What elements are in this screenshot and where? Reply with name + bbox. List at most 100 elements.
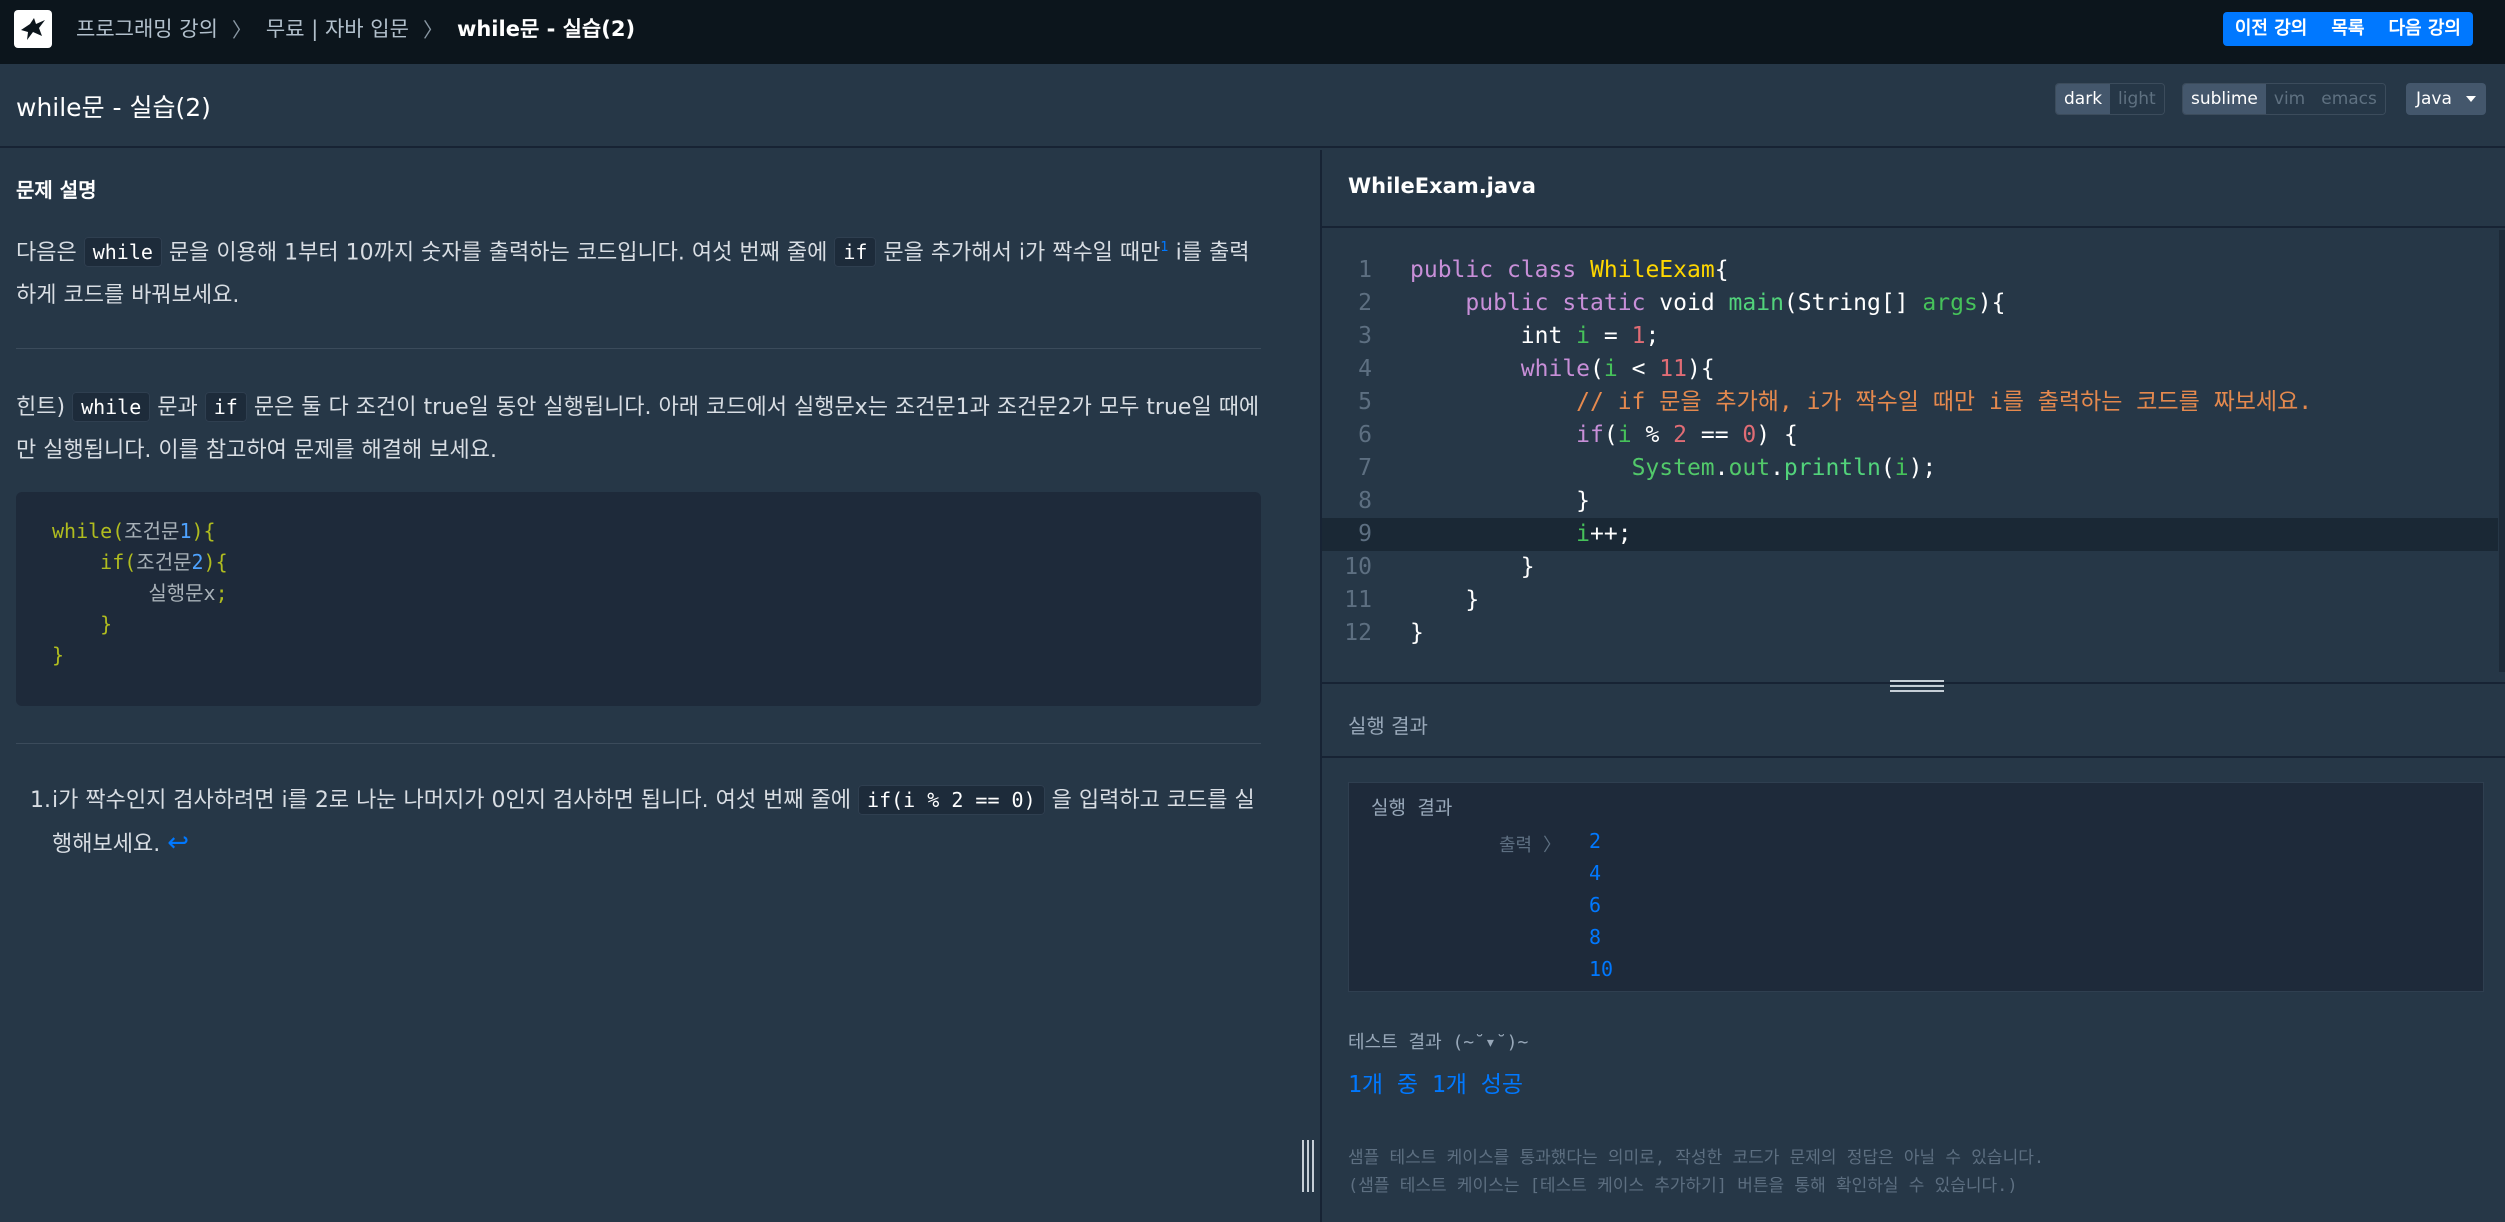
result-box-title: 실행 결과 [1371,797,1453,819]
theme-toggle: dark light [2055,83,2165,115]
code-line[interactable]: 11 } [1322,584,2498,617]
breadcrumb-item-lesson-group[interactable]: 무료 | 자바 입문 [266,13,409,43]
keymap-emacs-button[interactable]: emacs [2313,84,2385,114]
chevron-right-icon: 〉 [231,17,252,42]
code-text: public static void main(String[] args){ [1465,290,2006,316]
inline-code-while: while [72,392,151,422]
problem-description: 다음은 while 문을 이용해 1부터 10까지 숫자를 출력하는 코드입니다… [16,226,1261,317]
panel-resize-handle[interactable] [1302,1140,1316,1192]
code-line[interactable]: 12} [1322,617,2498,650]
divider [16,743,1261,744]
divider [16,348,1261,349]
footnote-ref-link[interactable]: 1 [1160,240,1168,255]
output-value: 8 [1589,925,1602,949]
breadcrumb-item-course[interactable]: 프로그래밍 강의 [76,13,218,43]
bird-logo-icon[interactable] [14,10,52,48]
grip-bar [1312,1140,1314,1192]
editor-file-header: WhileExam.java [1322,150,2505,228]
file-name-tab[interactable]: WhileExam.java [1348,174,1536,198]
code-text: public class WhileExam{ [1410,257,1729,283]
output-value: 4 [1589,861,1602,885]
code-text: while(i < 11){ [1520,356,1715,382]
test-result-summary: 1개 중 1개 성공 [1348,1072,1524,1098]
footnote-backref-link[interactable]: ↩ [167,828,189,858]
code-line[interactable]: 6 if(i % 2 == 0) { [1322,419,2498,452]
code-line[interactable]: 2 public static void main(String[] args)… [1322,287,2498,320]
output-label: 출력 〉 [1499,835,1561,856]
line-number: 1 [1358,257,1372,283]
lesson-title: while문 - 실습(2) [16,93,211,122]
code-line[interactable]: 10 } [1322,551,2498,584]
footnote: 1. i가 짝수인지 검사하려면 i를 2로 나눈 나머지가 0인지 검사하면 … [30,779,1267,866]
code-line[interactable]: 7 System.out.println(i); [1322,452,2498,485]
code-line[interactable]: 3 int i = 1; [1322,320,2498,353]
lesson-toolbar: while문 - 실습(2) dark light sublime vim em… [0,64,2505,148]
code-line[interactable]: 5 // if 문을 추가해, i가 짝수일 때만 i를 출력하는 코드를 짜보… [1322,386,2498,419]
keymap-vim-button[interactable]: vim [2265,84,2314,114]
test-result-note: (샘플 테스트 케이스는 [테스트 케이스 추가하기] 버튼을 통해 확인하실 … [1348,1176,2018,1196]
grip-bar [1307,1140,1309,1192]
text-segment: 힌트) [16,395,73,420]
line-number: 6 [1358,422,1372,448]
code-text: } [1410,620,1424,646]
code-line[interactable]: 8 } [1322,485,2498,518]
hint-code-line: if(조건문2){ [52,550,228,574]
code-line-active[interactable]: 9 i++; [1322,518,2498,551]
editor-scrollbar[interactable] [2499,230,2505,672]
text-segment: 다음은 [16,240,84,266]
code-comment: // if 문을 추가해, i가 짝수일 때만 i를 출력하는 코드를 짜보세요… [1410,389,2313,415]
line-number: 8 [1358,488,1372,514]
line-number: 12 [1344,620,1372,646]
text-segment: 문과 [150,395,205,420]
code-line[interactable]: 4 while(i < 11){ [1322,353,2498,386]
language-select[interactable]: Java [2406,83,2486,115]
line-number: 9 [1358,521,1372,547]
chevron-right-icon: 〉 [422,17,443,42]
test-result-note: 샘플 테스트 케이스를 통과했다는 의미로, 작성한 코드가 문제의 정답은 아… [1348,1148,2045,1168]
line-number: 11 [1344,587,1372,613]
caret-down-icon [2466,96,2476,102]
code-editor[interactable]: 1 public class WhileExam{ 2 public static… [1322,230,2505,672]
code-text: } [1410,488,1591,514]
inline-code-if-condition: if(i % 2 == 0) [858,785,1045,815]
test-result-label: 테스트 결과 (~˘▾˘)~ [1348,1032,1529,1053]
line-number: 5 [1358,389,1372,415]
hint-code-line: } [52,643,65,667]
output-value: 6 [1589,893,1602,917]
line-number: 7 [1358,455,1372,481]
code-text: } [1410,587,1480,613]
hint-code-line: 실행문x; [148,581,228,605]
line-number: 10 [1344,554,1372,580]
keymap-sublime-button[interactable]: sublime [2183,84,2266,114]
hint-code-line: } [52,612,113,636]
breadcrumb: 프로그래밍 강의 〉 무료 | 자바 입문 〉 while문 - 실습(2) [76,0,635,56]
prev-lesson-button[interactable]: 이전 강의 [2223,12,2320,46]
theme-dark-button[interactable]: dark [2056,84,2111,114]
footnote-number: 1. [30,788,51,813]
language-select-value: Java [2416,89,2452,109]
line-number: 4 [1358,356,1372,382]
lesson-list-button[interactable]: 목록 [2319,12,2376,46]
grip-bar [1302,1140,1304,1192]
text-segment: 문을 이용해 1부터 10까지 숫자를 출력하는 코드입니다. 여섯 번째 줄에 [161,240,835,266]
inline-code-if: if [834,237,877,268]
line-number: 2 [1358,290,1372,316]
problem-heading: 문제 설명 [16,178,97,202]
code-text: int i = 1; [1410,323,1660,349]
code-line[interactable]: 1 public class WhileExam{ [1322,254,2498,287]
code-text: if(i % 2 == 0) { [1576,422,1798,448]
line-number: 3 [1358,323,1372,349]
problem-panel: 문제 설명 다음은 while 문을 이용해 1부터 10까지 숫자를 출력하는… [0,150,1318,1222]
lesson-navigation-buttons: 이전 강의 목록 다음 강의 [2222,12,2473,46]
top-navigation-bar: 프로그래밍 강의 〉 무료 | 자바 입문 〉 while문 - 실습(2) 이… [0,0,2505,64]
result-title: 실행 결과 [1348,714,1428,738]
result-output-box: 실행 결과 출력 〉 2 4 6 8 10 [1348,782,2484,992]
inline-code-if: if [204,392,247,422]
breadcrumb-item-current: while문 - 실습(2) [456,17,636,41]
output-value: 10 [1589,957,1614,981]
theme-light-button[interactable]: light [2110,84,2164,114]
inline-code-while: while [83,237,162,268]
next-lesson-button[interactable]: 다음 강의 [2376,12,2473,46]
code-text: } [1410,554,1535,580]
code-text: i++; [1576,521,1632,547]
